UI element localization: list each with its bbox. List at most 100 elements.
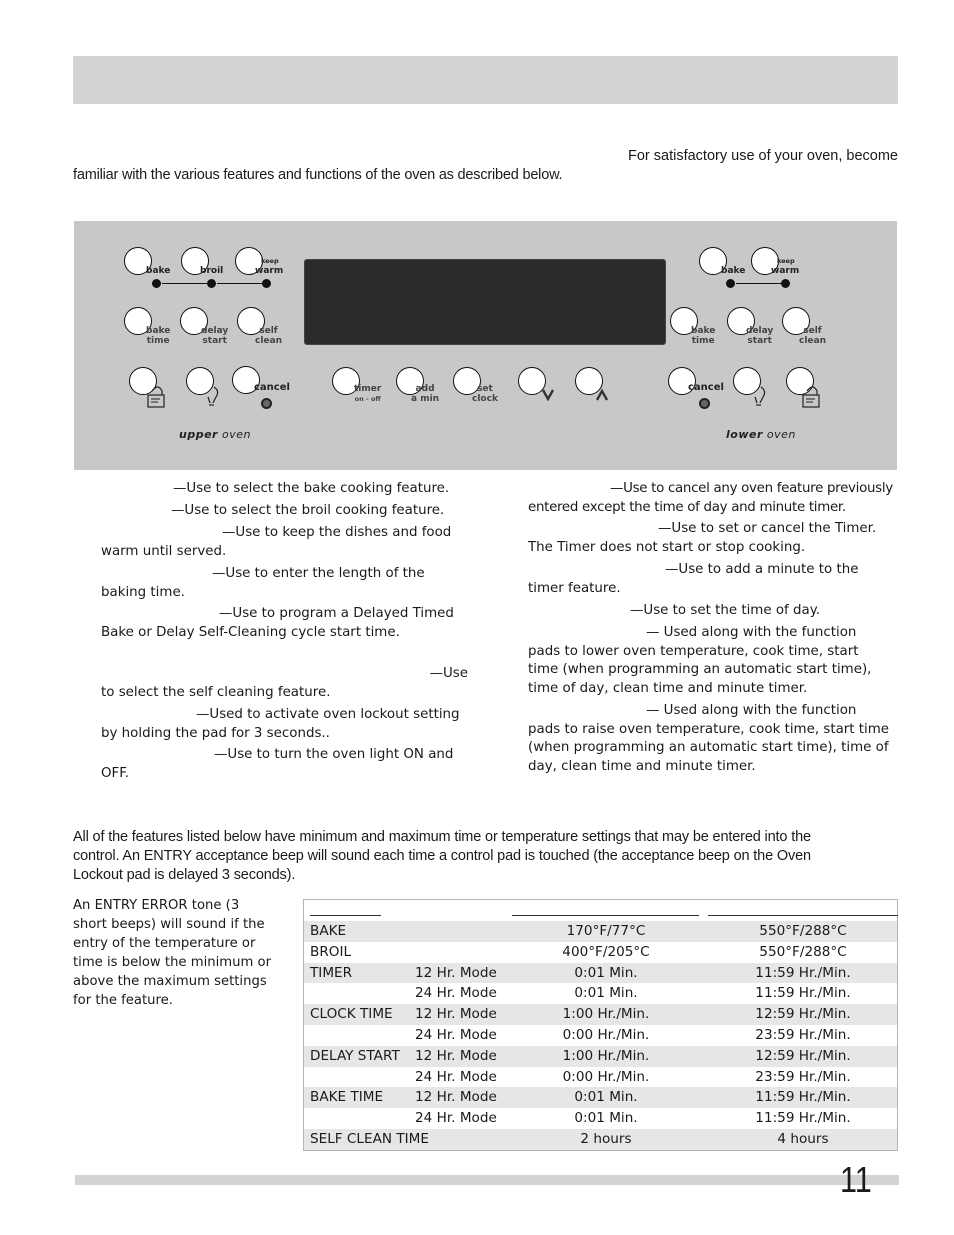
- desc-text-cont: (when programming an automatic start tim…: [528, 740, 889, 755]
- desc-keep-warm: —Use to keep the dishes and food warm unt…: [101, 524, 471, 561]
- lower-cancel-label: cancel: [688, 382, 724, 393]
- upper-broil-label: broil: [200, 266, 224, 276]
- header-underline-max: [708, 915, 898, 916]
- cell-maximum: 550°F/288°C: [759, 923, 847, 939]
- desc-text: —Use to keep the dishes and food: [222, 525, 452, 540]
- lightbulb-icon: [207, 386, 219, 406]
- para-line: All of the features listed below have mi…: [73, 829, 811, 845]
- para-line: time is below the minimum or: [73, 955, 272, 970]
- para-line: for the feature.: [73, 993, 173, 1008]
- cell-minimum: 0:01 Min.: [574, 1110, 638, 1127]
- cell-minimum: 0:01 Min.: [574, 985, 638, 1002]
- lock-icon: [147, 386, 165, 408]
- cell-feature: TIMER: [310, 964, 353, 981]
- cell-mode: 24 Hr. Mode: [415, 1026, 497, 1043]
- desc-down-arrow: — Used along with the function pads to lo…: [528, 624, 900, 698]
- cell-minimum: 400°F/205°C: [562, 943, 650, 960]
- desc-text: —Use to program a Delayed Timed: [219, 606, 454, 621]
- cell-maximum: 4 hours: [777, 1130, 829, 1147]
- desc-text-cont: time of day, clean time and minute timer…: [528, 680, 808, 696]
- table-header: [304, 900, 898, 921]
- desc-text-cont: by holding the pad for 3 seconds..: [101, 725, 330, 741]
- settings-table: BAKE 170°F/77°C 550°F/288°C BROIL 400°F/205°…: [303, 899, 898, 1151]
- desc-up-arrow: — Used along with the function pads to ra…: [528, 702, 900, 776]
- desc-broil: —Use to select the broil cooking feature…: [101, 502, 471, 521]
- desc-text-cont: to select the self cleaning feature.: [101, 684, 331, 700]
- upper-keep-warm-indicator: [262, 279, 271, 288]
- oven-label-bold: lower: [726, 428, 763, 441]
- desc-text-cont: timer feature.: [528, 580, 621, 596]
- cell-maximum: 11:59 Hr./Min.: [755, 1089, 851, 1106]
- timer-label: timer on - off: [354, 384, 381, 404]
- cell-maximum: 11:59 Hr./Min.: [755, 1110, 851, 1127]
- desc-text: —Use to add a minute to the: [665, 562, 859, 577]
- label-line: delay: [201, 326, 229, 336]
- upper-bake-label: bake: [146, 266, 171, 276]
- cell-maximum: 550°F/288°C: [759, 943, 847, 960]
- label-line: timer: [354, 384, 382, 394]
- upper-warm-label: warm: [255, 266, 284, 276]
- desc-text-cont: baking time.: [101, 584, 185, 600]
- desc-text: —Used to activate oven lockout setting: [196, 707, 460, 722]
- indicator-line: [217, 283, 262, 284]
- set-clock-label: set clock: [472, 384, 498, 404]
- desc-text: —Use: [429, 666, 468, 681]
- desc-timer: —Use to set or cancel the Timer. The Time…: [528, 520, 900, 557]
- entry-error-paragraph: An ENTRY ERROR tone (3 short beeps) will…: [73, 896, 288, 1010]
- table-row: 24 Hr. Mode 0:01 Min. 11:59 Hr./Min.: [304, 1108, 897, 1129]
- chevron-up-icon: [595, 389, 609, 401]
- label-line: self: [803, 326, 822, 336]
- cell-mode: 24 Hr. Mode: [415, 1068, 497, 1085]
- features-paragraph: All of the features listed below have mi…: [73, 828, 903, 885]
- cell-maximum: 12:59 Hr./Min.: [755, 1006, 851, 1023]
- page-number: 11: [840, 1159, 872, 1200]
- indicator-line: [162, 283, 207, 284]
- table-row: TIMER 12 Hr. Mode 0:01 Min. 11:59 Hr./Min.: [304, 962, 897, 984]
- cell-maximum: 11:59 Hr./Min.: [755, 985, 851, 1002]
- cell-minimum: 0:01 Min.: [574, 964, 638, 981]
- desc-text: —Use to enter the length of the: [212, 566, 425, 581]
- desc-text: —Use to turn the oven light ON and: [214, 747, 454, 762]
- lower-oven-label: lower oven: [726, 428, 796, 441]
- desc-text-cont: pads to lower oven temperature, cook tim…: [528, 643, 859, 659]
- cell-maximum: 12:59 Hr./Min.: [755, 1047, 851, 1064]
- cell-mode: 12 Hr. Mode: [415, 1006, 497, 1023]
- upper-self-clean-label: self clean: [255, 326, 282, 346]
- desc-text: — Used along with the function: [646, 625, 857, 640]
- lower-cancel-indicator: [699, 398, 710, 409]
- label-line: start: [202, 336, 227, 346]
- upper-bake-indicator: [152, 279, 161, 288]
- table-row: DELAY START 12 Hr. Mode 1:00 Hr./Min. 12:59…: [304, 1045, 897, 1067]
- cell-feature: CLOCK TIME: [310, 1006, 393, 1023]
- add-minute-label: add a min: [411, 384, 439, 404]
- cell-mode: 12 Hr. Mode: [415, 964, 497, 981]
- desc-text-cont: Bake or Delay Self-Cleaning cycle start …: [101, 624, 400, 640]
- label-line: clock: [472, 394, 498, 404]
- label-line: set: [477, 384, 493, 394]
- upper-oven-label: upper oven: [179, 428, 251, 441]
- upper-cancel-indicator: [261, 398, 272, 409]
- cell-mode: 24 Hr. Mode: [415, 1110, 497, 1127]
- cell-minimum: 0:00 Hr./Min.: [562, 1026, 650, 1043]
- lower-delay-start-label: delay start: [746, 326, 773, 346]
- desc-text: —Use to select the bake cooking feature.: [173, 481, 450, 496]
- indicator-line: [736, 283, 781, 284]
- lower-keep-warm-indicator: [781, 279, 790, 288]
- table-row: BAKE 170°F/77°C 550°F/288°C: [304, 921, 897, 942]
- table-row: SELF CLEAN TIME 2 hours 4 hours: [304, 1128, 897, 1150]
- desc-bake: —Use to select the bake cooking feature.: [101, 480, 471, 499]
- cell-maximum: 11:59 Hr./Min.: [755, 964, 851, 981]
- cell-minimum: 170°F/77°C: [566, 923, 646, 939]
- cell-feature: BROIL: [310, 943, 352, 960]
- cell-feature: BAKE TIME: [310, 1089, 384, 1106]
- control-panel: bake broil keep warm bake time delay start…: [74, 221, 897, 470]
- desc-text-cont: entered except the time of day and minut…: [528, 499, 846, 515]
- table-row: CLOCK TIME 12 Hr. Mode 1:00 Hr./Min. 12:59 …: [304, 1004, 897, 1025]
- label-line: start: [747, 336, 772, 346]
- header-bar: [73, 56, 898, 104]
- para-line: Lockout pad is delayed 3 seconds).: [73, 867, 296, 883]
- label-line: bake: [691, 326, 716, 336]
- lightbulb-icon: [754, 386, 766, 406]
- para-line: entry of the temperature or: [73, 936, 256, 951]
- desc-text-cont: OFF.: [101, 765, 130, 781]
